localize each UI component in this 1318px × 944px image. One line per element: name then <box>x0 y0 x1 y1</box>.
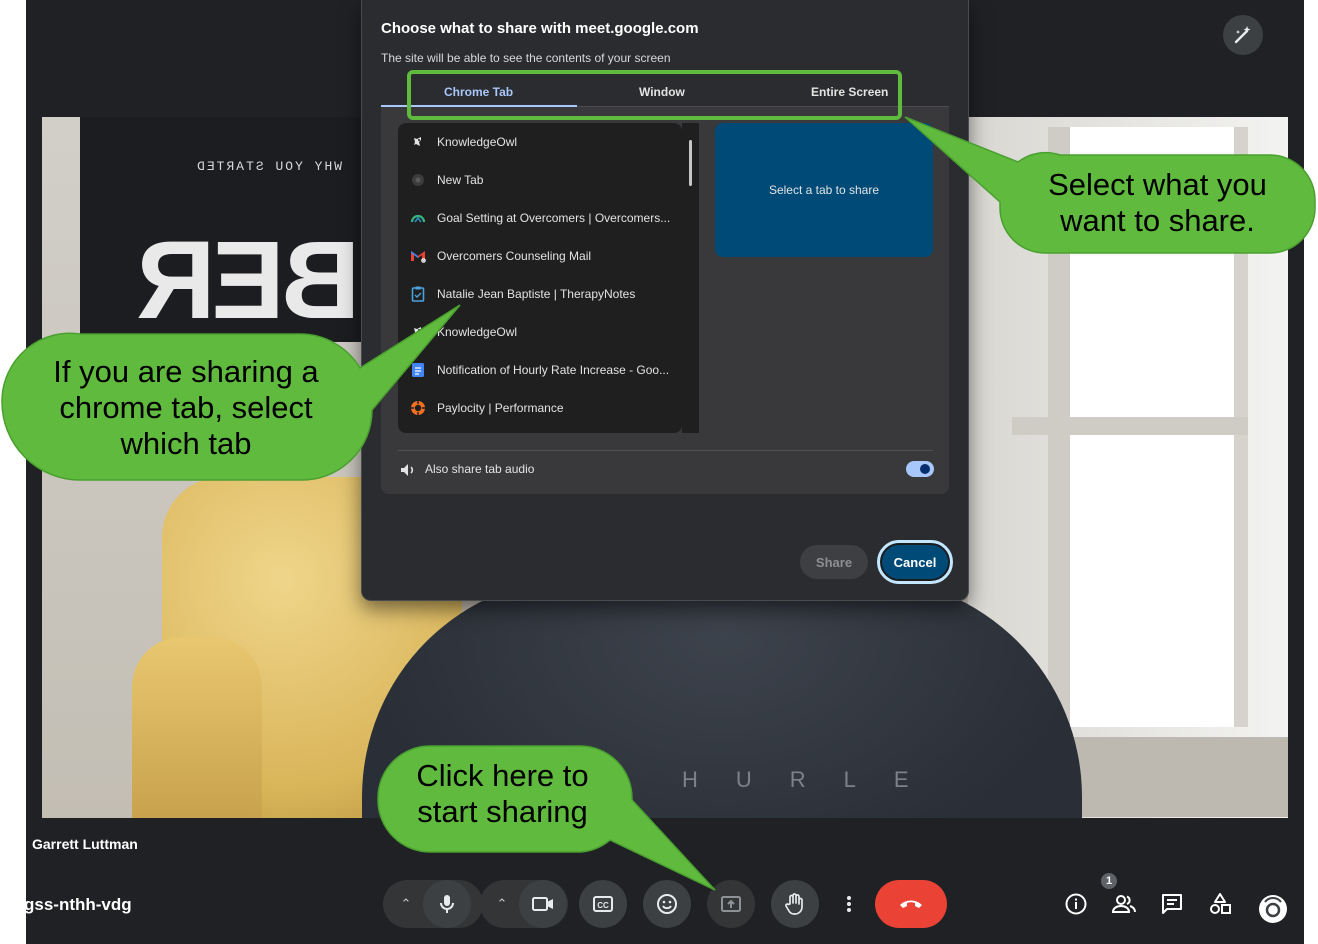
screenshot-canvas: WHY YOU STARTED BER HURLE Garrett Luttma… <box>0 0 1318 944</box>
share-callout-text: Click here to start sharing <box>416 758 589 829</box>
callout-shapes <box>1 116 1316 891</box>
tabs-callout-text: Select what you want to share. <box>1048 167 1267 238</box>
list-callout-text: If you are sharing a chrome tab, select … <box>53 354 319 461</box>
